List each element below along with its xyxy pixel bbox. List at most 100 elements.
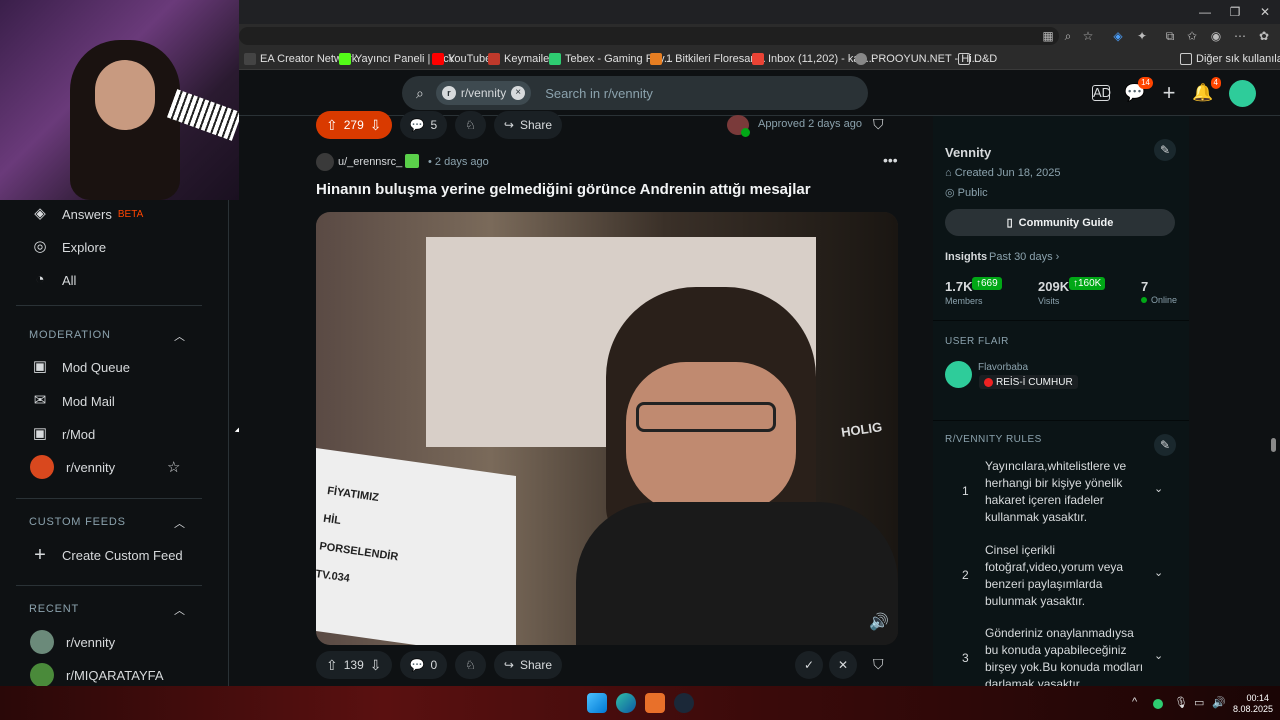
favorite-star-icon[interactable]: ☆ <box>167 458 180 476</box>
chevron-down-icon[interactable]: ⌄ <box>1154 649 1163 662</box>
sidebar-item-all[interactable]: ◔ All <box>30 268 76 292</box>
copilot-icon[interactable]: ✦ <box>1134 28 1150 44</box>
microphone-icon[interactable]: 🎙 <box>1174 696 1188 709</box>
sidebar-item-label: Create Custom Feed <box>62 547 183 563</box>
close-icon[interactable]: ✕ <box>1250 2 1280 22</box>
post-title[interactable]: Hinanın buluşma yerine gelmediğini görün… <box>316 181 896 198</box>
upvote-icon[interactable]: ⇧ <box>326 657 338 674</box>
comments-button[interactable]: 💬 0 <box>399 651 448 679</box>
bookmark-label: YouTube <box>448 53 492 65</box>
rule-item[interactable]: 2 Cinsel içerikli fotoğraf,video,yorum v… <box>958 542 1168 612</box>
grid-icon[interactable]: ▦ <box>1040 28 1056 44</box>
profile-icon[interactable]: ✿ <box>1256 28 1272 44</box>
community-guide-button[interactable]: ▯ Community Guide <box>945 209 1175 236</box>
comments-button[interactable]: 💬 5 <box>399 111 448 139</box>
remove-button[interactable]: ✕ <box>829 651 857 679</box>
chip-close-icon[interactable]: × <box>511 86 526 100</box>
folder-icon <box>958 53 970 65</box>
upvote-icon[interactable]: ⇧ <box>326 117 338 134</box>
vote-count: 279 <box>343 118 364 132</box>
scrollbar-thumb[interactable] <box>1271 438 1276 452</box>
bookmark-bitkileri[interactable]: 1 Bitkileri Floresan... <box>650 51 766 67</box>
insights-range: Past 30 days <box>989 251 1053 263</box>
steam-icon[interactable] <box>674 693 694 713</box>
zoom-icon[interactable]: ⌕ <box>1060 28 1076 44</box>
url-field[interactable] <box>239 27 1059 45</box>
answers-icon: ◈ <box>34 205 46 222</box>
edit-pencil-icon[interactable]: ✎ <box>1154 139 1176 161</box>
community-name: Vennity <box>945 145 992 160</box>
award-button[interactable]: ♘ <box>455 111 486 139</box>
extension-icon[interactable]: ◈ <box>1110 28 1126 44</box>
tray-chevron-icon[interactable]: ^ <box>1132 696 1137 708</box>
page-scrollbar[interactable] <box>1268 116 1280 686</box>
subreddit-chip[interactable]: r r/vennity × <box>435 81 532 105</box>
flair-badge[interactable]: REİS-İ CUMHUR <box>979 375 1078 389</box>
more-icon[interactable]: ⋯ <box>1232 28 1248 44</box>
streamlabs-icon[interactable] <box>645 693 665 713</box>
edge-browser-icon[interactable] <box>616 693 636 713</box>
favorite-star-icon[interactable]: ☆ <box>1080 28 1096 44</box>
sidebar-item-r-vennity[interactable]: r/vennity <box>30 455 115 479</box>
chat-icon[interactable]: 💬 14 <box>1124 77 1153 104</box>
display-icon[interactable]: ▭ <box>1194 696 1204 709</box>
visits-label: Visits <box>1038 296 1060 306</box>
mod-shield-icon[interactable]: ⛉ <box>873 116 884 133</box>
bookmark-dnd[interactable]: D&D <box>958 51 997 67</box>
sidebar-item-explore[interactable]: ◎ Explore <box>30 235 106 259</box>
speaker-icon[interactable]: 🔊 <box>1212 696 1226 709</box>
split-screen-icon[interactable]: ⧉ <box>1162 28 1178 44</box>
sidebar-item-mod-mail[interactable]: ✉ Mod Mail <box>30 389 115 413</box>
share-label: Share <box>519 118 552 132</box>
rule-item[interactable]: 1 Yayıncılara,whitelistlere ve herhangi … <box>958 458 1168 528</box>
search-bar[interactable]: ⌕ r r/vennity × Search in r/vennity <box>402 76 868 110</box>
share-icon: ↪ <box>503 118 514 132</box>
advertise-icon[interactable]: AD <box>1092 85 1111 101</box>
chevron-up-icon[interactable]: ︿ <box>174 328 185 344</box>
chevron-up-icon[interactable]: ︿ <box>174 602 185 618</box>
sidebar-item-r-mod[interactable]: ▣ r/Mod <box>30 422 95 446</box>
create-custom-feed-button[interactable]: + Create Custom Feed <box>30 543 183 567</box>
person-shirt <box>576 502 898 645</box>
user-flair-heading: USER FLAIR <box>945 336 1009 347</box>
author-avatar[interactable] <box>316 153 334 171</box>
bookmark-keymailer[interactable]: Keymailer <box>488 51 553 67</box>
minimize-icon[interactable]: — <box>1190 2 1220 22</box>
sidebar-item-answers[interactable]: ◈ Answers BETA <box>30 202 143 226</box>
share-button[interactable]: ↪ Share <box>493 651 562 679</box>
edit-pencil-icon[interactable]: ✎ <box>1154 434 1176 456</box>
recent-item-miqaratayfa[interactable]: r/MIQARATAYFA <box>30 663 164 687</box>
approve-button[interactable]: ✓ <box>795 651 823 679</box>
all-icon: ◔ <box>35 271 45 288</box>
chevron-up-icon[interactable]: ︿ <box>174 515 185 531</box>
mod-shield-icon[interactable]: ⛉ <box>873 656 884 673</box>
notification-bell-icon[interactable]: 🔔 4 <box>1192 77 1221 104</box>
share-button[interactable]: ↪ Share <box>493 111 562 139</box>
tray-app-icon[interactable] <box>1153 699 1163 709</box>
create-post-icon[interactable]: + <box>1158 82 1180 104</box>
post-author[interactable]: u/_erennsrc_ <box>338 156 402 168</box>
bookmark-other-folder[interactable]: Diğer sık kullanılanlar <box>1180 51 1280 67</box>
post-options-icon[interactable]: ••• <box>883 152 898 168</box>
downvote-icon[interactable]: ⇩ <box>370 117 382 134</box>
favorites-icon[interactable]: ✩ <box>1184 28 1200 44</box>
bookmark-youtube[interactable]: YouTube <box>432 51 491 67</box>
chevron-down-icon[interactable]: ⌄ <box>1154 566 1163 579</box>
chevron-down-icon[interactable]: ⌄ <box>1154 482 1163 495</box>
restore-icon[interactable]: ❐ <box>1220 2 1250 22</box>
system-clock[interactable]: 00:14 8.08.2025 <box>1233 693 1273 715</box>
insights-range-link[interactable]: Past 30 days › <box>989 251 1059 263</box>
online-value: 7 <box>1141 279 1149 294</box>
windows-start-icon[interactable] <box>587 693 607 713</box>
recent-item-vennity[interactable]: r/vennity <box>30 630 115 654</box>
rule-number: 2 <box>962 568 969 582</box>
rule-item[interactable]: 3 Gönderiniz onaylanmadıysa bu konuda ya… <box>958 625 1168 686</box>
post-video[interactable]: FİYATIMIZ HİL PORSELENDİR TV.034 HOLIG 🔊 <box>316 212 898 645</box>
volume-icon[interactable]: 🔊 <box>869 612 889 632</box>
user-avatar[interactable] <box>1229 80 1256 107</box>
sidebar-item-mod-queue[interactable]: ▣ Mod Queue <box>30 355 130 379</box>
vpn-icon[interactable]: ◉ <box>1208 28 1224 44</box>
award-button[interactable]: ♘ <box>455 651 486 679</box>
bitkileri-icon <box>650 53 662 65</box>
downvote-icon[interactable]: ⇩ <box>370 657 382 674</box>
